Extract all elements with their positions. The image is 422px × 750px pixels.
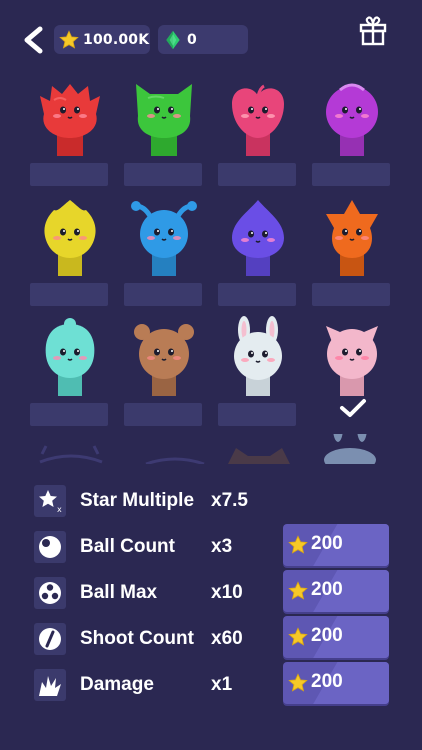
upgrade-value: x7.5	[211, 490, 248, 511]
upgrade-label: Ball Max	[80, 582, 158, 603]
upgrade-price: 200	[311, 533, 343, 554]
shoot-slash-icon	[34, 623, 66, 655]
upgrades-panel: x Star Multiple x7.5 Ball Count x3 200 B…	[0, 476, 422, 750]
character-slot[interactable]	[124, 196, 204, 306]
selected-check-icon	[340, 399, 366, 417]
upgrade-price: 200	[311, 625, 343, 646]
star-icon	[288, 627, 308, 646]
partial-character-silhouette	[228, 448, 290, 464]
gems-counter: 0	[158, 25, 248, 54]
white-bunny-character[interactable]	[218, 316, 298, 402]
character-slot[interactable]	[124, 316, 204, 426]
character-grid	[0, 70, 422, 460]
ball-max-icon	[34, 577, 66, 609]
upgrade-row-ball-max: Ball Max x10 200	[0, 570, 422, 616]
green-gem-icon	[166, 30, 180, 49]
stars-value: 100.00K	[83, 31, 150, 48]
upgrade-price: 200	[311, 579, 343, 600]
svg-text:x: x	[57, 505, 62, 514]
star-icon	[288, 581, 308, 600]
upgrade-value: x60	[211, 628, 243, 649]
star-icon	[288, 535, 308, 554]
character-slot[interactable]	[30, 196, 110, 306]
orange-fox-character[interactable]	[312, 196, 392, 282]
brown-bear-character[interactable]	[124, 316, 204, 402]
yellow-flame-character[interactable]	[30, 196, 110, 282]
character-name-box	[218, 403, 296, 426]
upgrade-label: Star Multiple	[80, 490, 195, 511]
upgrade-buy-button[interactable]: 200	[283, 662, 389, 704]
upgrade-row-star-multiple: x Star Multiple x7.5	[0, 478, 422, 524]
damage-burst-icon	[34, 669, 66, 701]
character-slot[interactable]	[218, 196, 298, 306]
pink-pig-character[interactable]	[312, 316, 392, 402]
character-slot[interactable]	[312, 316, 392, 426]
character-name-box	[30, 283, 108, 306]
mint-swirl-character[interactable]	[30, 316, 110, 402]
back-chevron-icon[interactable]	[20, 26, 48, 54]
upgrade-row-damage: Damage x1 200	[0, 662, 422, 708]
character-slot[interactable]	[30, 76, 110, 186]
indigo-spade-character[interactable]	[218, 196, 298, 282]
character-slot[interactable]	[312, 76, 392, 186]
upgrade-row-shoot-count: Shoot Count x60 200	[0, 616, 422, 662]
character-slot[interactable]	[30, 316, 110, 426]
star-icon	[288, 673, 308, 692]
character-name-box	[312, 283, 390, 306]
upgrade-row-ball-count: Ball Count x3 200	[0, 524, 422, 570]
upgrade-price: 200	[311, 671, 343, 692]
stars-counter: 100.00K	[54, 25, 150, 54]
character-name-box	[218, 163, 296, 186]
upgrade-value: x10	[211, 582, 243, 603]
character-slot[interactable]	[312, 196, 392, 306]
upgrade-buy-button[interactable]: 200	[283, 524, 389, 566]
gift-box-icon[interactable]	[358, 14, 388, 46]
partial-character-silhouette	[145, 457, 205, 464]
character-name-box	[312, 163, 390, 186]
star-icon	[59, 29, 79, 49]
character-slot[interactable]	[124, 76, 204, 186]
upgrade-buy-button[interactable]: 200	[283, 570, 389, 612]
partial-character-silhouette	[39, 445, 103, 464]
top-bar: 100.00K 0	[0, 0, 422, 70]
upgrade-value: x3	[211, 536, 233, 557]
partial-bunny-character	[324, 434, 376, 464]
character-name-box	[218, 283, 296, 306]
upgrade-buy-button[interactable]: 200	[283, 616, 389, 658]
green-cat-character[interactable]	[124, 76, 204, 162]
purple-bubble-character[interactable]	[312, 76, 392, 162]
character-name-box	[124, 403, 202, 426]
upgrade-label: Damage	[80, 674, 154, 695]
character-slot[interactable]	[218, 316, 298, 426]
blue-antenna-character[interactable]	[124, 196, 204, 282]
character-name-box	[124, 283, 202, 306]
gems-value: 0	[187, 31, 197, 48]
partial-character-row	[0, 434, 422, 464]
upgrade-label: Shoot Count	[80, 628, 194, 649]
red-blob-character[interactable]	[30, 76, 110, 162]
upgrade-label: Ball Count	[80, 536, 175, 557]
character-name-box	[124, 163, 202, 186]
character-slot[interactable]	[218, 76, 298, 186]
star-multiplier-icon: x	[34, 485, 66, 517]
upgrade-value: x1	[211, 674, 233, 695]
ball-icon	[34, 531, 66, 563]
character-name-box	[30, 403, 108, 426]
pink-heart-character[interactable]	[218, 76, 298, 162]
character-name-box	[30, 163, 108, 186]
